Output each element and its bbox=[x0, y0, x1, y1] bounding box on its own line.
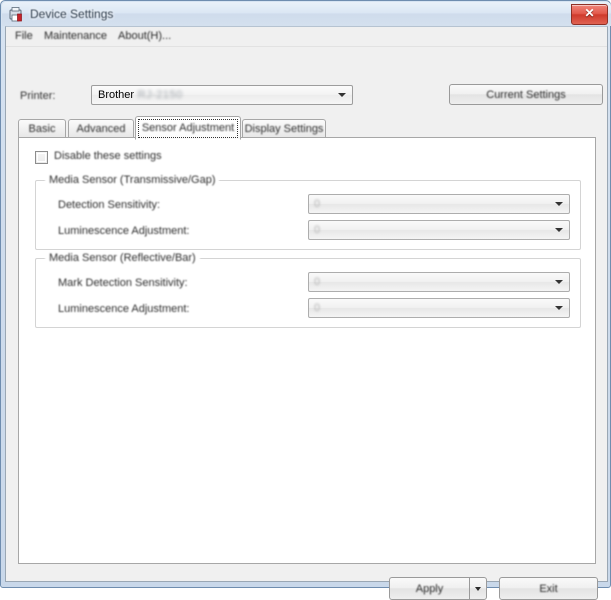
select-detection-sensitivity[interactable]: 0 bbox=[308, 194, 570, 214]
chevron-down-icon bbox=[475, 586, 481, 591]
group-media-sensor-transmissive: Media Sensor (Transmissive/Gap) Detectio… bbox=[35, 174, 581, 250]
group-title-reflective: Media Sensor (Reflective/Bar) bbox=[45, 252, 200, 264]
device-settings-window: Device Settings ✕ File Maintenance About… bbox=[0, 0, 611, 600]
client-area: File Maintenance About(H)... Printer: Br… bbox=[5, 26, 608, 600]
window-title: Device Settings bbox=[30, 7, 114, 21]
current-settings-button[interactable]: Current Settings bbox=[449, 84, 603, 105]
label-detection-sensitivity: Detection Sensitivity: bbox=[58, 199, 161, 211]
exit-button[interactable]: Exit bbox=[499, 577, 598, 600]
tab-basic-label: Basic bbox=[28, 123, 56, 135]
label-luminescence-adjustment-transmissive: Luminescence Adjustment: bbox=[58, 225, 190, 237]
tab-advanced-label: Advanced bbox=[76, 123, 126, 135]
select-luminescence-adjustment-reflective-value: 0 bbox=[314, 302, 321, 314]
label-luminescence-adjustment-reflective: Luminescence Adjustment: bbox=[58, 303, 190, 315]
select-detection-sensitivity-value: 0 bbox=[314, 198, 321, 210]
checkbox-box-icon bbox=[35, 151, 48, 164]
tab-basic[interactable]: Basic bbox=[18, 119, 66, 138]
select-mark-detection-sensitivity[interactable]: 0 bbox=[308, 272, 570, 292]
select-luminescence-adjustment-transmissive-value: 0 bbox=[314, 224, 321, 236]
menu-item-file[interactable]: File bbox=[15, 30, 33, 42]
label-mark-detection-sensitivity: Mark Detection Sensitivity: bbox=[58, 277, 188, 289]
select-luminescence-adjustment-reflective[interactable]: 0 bbox=[308, 298, 570, 318]
apply-button[interactable]: Apply bbox=[389, 577, 469, 600]
group-title-transmissive: Media Sensor (Transmissive/Gap) bbox=[45, 174, 220, 186]
exit-button-label: Exit bbox=[539, 582, 558, 595]
chevron-down-icon bbox=[338, 93, 346, 97]
chevron-down-icon bbox=[555, 280, 563, 284]
tab-display-settings-label: Display Settings bbox=[244, 123, 324, 135]
select-luminescence-adjustment-transmissive[interactable]: 0 bbox=[308, 220, 570, 240]
menu-item-maintenance[interactable]: Maintenance bbox=[44, 30, 107, 42]
sensor-adjustment-panel: Disable these settings Media Sensor (Tra… bbox=[18, 137, 596, 564]
disable-settings-label: Disable these settings bbox=[54, 150, 162, 162]
apply-button-label: Apply bbox=[415, 582, 444, 595]
tab-advanced[interactable]: Advanced bbox=[68, 119, 134, 138]
printer-model: RJ-2150 bbox=[134, 89, 183, 101]
printer-select-value: Brother RJ-2150 bbox=[98, 89, 183, 101]
select-mark-detection-sensitivity-value: 0 bbox=[314, 276, 321, 288]
tab-strip: Basic Advanced Sensor Adjustment Display… bbox=[18, 116, 596, 140]
menu-bar: File Maintenance About(H)... bbox=[6, 27, 607, 47]
printer-app-icon bbox=[8, 6, 25, 23]
apply-dropdown-button[interactable] bbox=[469, 577, 487, 600]
close-button[interactable]: ✕ bbox=[571, 4, 608, 25]
chevron-down-icon bbox=[555, 202, 563, 206]
chevron-down-icon bbox=[555, 228, 563, 232]
chevron-down-icon bbox=[555, 306, 563, 310]
tab-display-settings[interactable]: Display Settings bbox=[242, 119, 326, 138]
printer-select[interactable]: Brother RJ-2150 bbox=[91, 85, 353, 105]
focus-indicator bbox=[138, 119, 238, 138]
close-icon: ✕ bbox=[584, 6, 595, 20]
current-settings-label: Current Settings bbox=[486, 88, 566, 101]
group-media-sensor-reflective: Media Sensor (Reflective/Bar) Mark Detec… bbox=[35, 252, 581, 328]
printer-brand: Brother bbox=[98, 89, 135, 101]
title-bar[interactable]: Device Settings ✕ bbox=[2, 2, 611, 26]
printer-label: Printer: bbox=[20, 90, 56, 102]
tab-sensor-adjustment[interactable]: Sensor Adjustment bbox=[135, 116, 241, 140]
menu-item-about[interactable]: About(H)... bbox=[118, 30, 171, 42]
